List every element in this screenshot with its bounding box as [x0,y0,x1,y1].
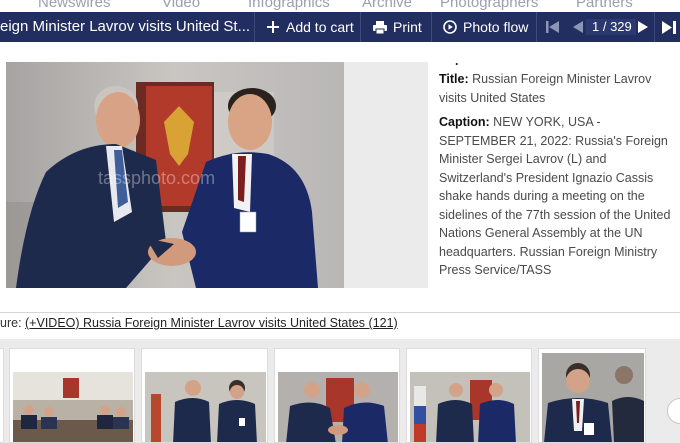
toolbar-divider [360,12,361,42]
nav-item-video[interactable]: Video [162,0,200,11]
details-bullet: . [455,54,459,68]
chevron-right-icon [638,21,648,33]
first-page-button[interactable] [546,12,559,42]
toolbar-divider [431,12,432,42]
last-page-button[interactable] [662,12,676,42]
thumbnail-3[interactable] [274,348,400,443]
page-counter: 1 / 329 [592,19,632,34]
feature-line: ure: (+VIDEO) Russia Foreign Minister La… [0,316,398,334]
toolbar-divider [536,12,537,42]
handshake-photo-image: tassphoto.com [6,62,344,288]
photo-flow-button[interactable]: Photo flow [443,12,528,42]
nav-item-photographers[interactable]: Photographers [440,0,538,11]
thumbnail-0[interactable] [0,348,4,443]
play-circle-icon [443,20,457,34]
top-navigation: Newswires Video Infographics Archive Pho… [0,0,680,12]
thumbnail-image [542,353,644,442]
title-label: Title: [439,72,469,86]
thumbnail-image [13,372,133,442]
caption-value: NEW YORK, USA - SEPTEMBER 21, 2022: Russ… [439,115,671,277]
toolbar-photo-title: eign Minister Lavrov visits United St... [0,18,251,35]
main-photo[interactable]: tassphoto.com [6,62,344,288]
chevron-left-icon [573,21,583,33]
nav-item-infographics[interactable]: Infographics [248,0,330,11]
skip-first-icon [546,21,559,33]
feature-link[interactable]: (+VIDEO) Russia Foreign Minister Lavrov … [25,316,398,330]
caption-label: Caption: [439,115,490,129]
thumbnail-4[interactable] [406,348,532,443]
photo-watermark: tassphoto.com [98,168,215,188]
photo-details: . Title: Russian Foreign Minister Lavrov… [439,54,675,286]
title-row: Title: Russian Foreign Minister Lavrov v… [439,70,675,107]
section-divider [0,312,680,313]
nav-item-partners[interactable]: Partners [576,0,633,11]
thumbnail-image [410,372,530,442]
skip-last-icon [662,20,676,34]
add-to-cart-button[interactable]: Add to cart [266,12,354,42]
thumbnail-image [278,372,398,442]
print-label: Print [393,19,422,35]
thumbnail-1[interactable] [9,348,135,443]
caption-row: Caption: NEW YORK, USA - SEPTEMBER 21, 2… [439,113,675,280]
print-button[interactable]: Print [373,12,422,42]
previous-page-button[interactable] [573,12,583,42]
plus-icon [267,21,279,33]
thumbnail-image [145,372,266,442]
nav-item-newswires[interactable]: Newswires [38,0,111,11]
printer-icon [373,20,387,34]
thumbnail-5[interactable] [538,348,646,443]
feature-prefix: ure: [0,316,26,330]
next-page-button[interactable] [638,12,648,42]
nav-item-archive[interactable]: Archive [362,0,412,11]
toolbar-divider [254,12,255,42]
toolbar-divider [654,12,655,42]
photo-side-panel [344,62,428,288]
photo-flow-label: Photo flow [463,19,529,35]
add-to-cart-label: Add to cart [286,19,354,35]
title-value: Russian Foreign Minister Lavrov visits U… [439,72,652,105]
photo-toolbar: eign Minister Lavrov visits United St...… [0,12,680,42]
thumbnail-2[interactable] [141,348,268,443]
